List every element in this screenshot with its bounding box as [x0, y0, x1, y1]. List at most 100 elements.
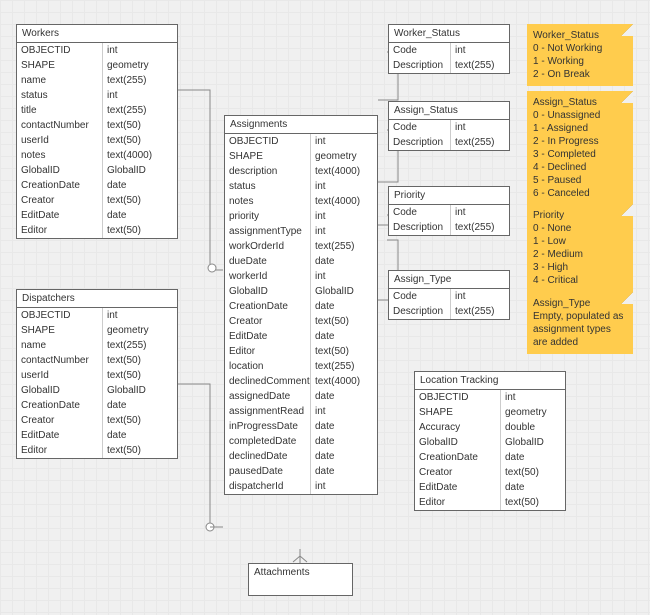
- column-name: userId: [17, 133, 103, 148]
- note-title: Assign_Status: [533, 96, 627, 109]
- column-type: date: [501, 480, 565, 495]
- column-name: Description: [389, 58, 451, 73]
- entity-rows: CodeintDescriptiontext(255): [389, 120, 509, 150]
- note-assign-status: Assign_Status 0 - Unassigned1 - Assigned…: [527, 91, 633, 205]
- column-type: date: [311, 254, 377, 269]
- table-row: Descriptiontext(255): [389, 304, 509, 319]
- column-name: assignmentRead: [225, 404, 311, 419]
- column-type: GlobalID: [103, 383, 177, 398]
- table-row: Editortext(50): [225, 344, 377, 359]
- column-type: int: [451, 43, 509, 58]
- column-name: Code: [389, 289, 451, 304]
- column-type: text(50): [501, 465, 565, 480]
- column-name: EditDate: [415, 480, 501, 495]
- column-type: int: [103, 308, 177, 323]
- table-row: GlobalIDGlobalID: [17, 383, 177, 398]
- column-type: int: [103, 43, 177, 58]
- column-type: int: [311, 404, 377, 419]
- table-row: OBJECTIDint: [17, 308, 177, 323]
- note-line: 2 - In Progress: [533, 135, 627, 148]
- table-row: Codeint: [389, 205, 509, 220]
- column-name: GlobalID: [17, 383, 103, 398]
- column-name: contactNumber: [17, 353, 103, 368]
- note-line: 0 - Unassigned: [533, 109, 627, 122]
- column-type: int: [451, 205, 509, 220]
- table-row: SHAPEgeometry: [17, 323, 177, 338]
- note-worker-status: Worker_Status 0 - Not Working1 - Working…: [527, 24, 633, 86]
- column-type: int: [311, 269, 377, 284]
- column-name: Description: [389, 220, 451, 235]
- entity-rows: CodeintDescriptiontext(255): [389, 289, 509, 319]
- column-name: OBJECTID: [17, 308, 103, 323]
- note-line: 4 - Critical: [533, 274, 627, 287]
- column-type: GlobalID: [103, 163, 177, 178]
- column-type: text(255): [451, 304, 509, 319]
- column-type: int: [451, 289, 509, 304]
- entity-title: Priority: [389, 187, 509, 205]
- column-type: int: [501, 390, 565, 405]
- column-name: GlobalID: [17, 163, 103, 178]
- table-row: OBJECTIDint: [17, 43, 177, 58]
- table-row: CreationDatedate: [225, 299, 377, 314]
- table-row: titletext(255): [17, 103, 177, 118]
- table-row: SHAPEgeometry: [17, 58, 177, 73]
- table-row: Codeint: [389, 43, 509, 58]
- table-row: declinedCommenttext(4000): [225, 374, 377, 389]
- column-type: geometry: [311, 149, 377, 164]
- column-type: int: [311, 134, 377, 149]
- column-name: OBJECTID: [17, 43, 103, 58]
- entity-attachments: Attachments: [248, 563, 353, 596]
- table-row: pausedDatedate: [225, 464, 377, 479]
- entity-title: Attachments: [249, 564, 352, 581]
- entity-title: Workers: [17, 25, 177, 43]
- note-line: 0 - None: [533, 222, 627, 235]
- column-type: date: [311, 434, 377, 449]
- column-name: Code: [389, 43, 451, 58]
- entity-rows: OBJECTIDintSHAPEgeometrynametext(255)con…: [17, 308, 177, 458]
- column-name: description: [225, 164, 311, 179]
- column-type: int: [311, 179, 377, 194]
- column-type: int: [311, 224, 377, 239]
- table-row: Descriptiontext(255): [389, 220, 509, 235]
- column-name: CreationDate: [17, 398, 103, 413]
- table-row: Editortext(50): [17, 223, 177, 238]
- entity-title: Assignments: [225, 116, 377, 134]
- table-row: Creatortext(50): [17, 193, 177, 208]
- entity-rows: CodeintDescriptiontext(255): [389, 205, 509, 235]
- table-row: Editortext(50): [415, 495, 565, 510]
- column-name: OBJECTID: [225, 134, 311, 149]
- entity-title: Assign_Type: [389, 271, 509, 289]
- note-line: 1 - Working: [533, 55, 627, 68]
- table-row: descriptiontext(4000): [225, 164, 377, 179]
- note-title: Assign_Type: [533, 297, 627, 310]
- column-name: Description: [389, 304, 451, 319]
- column-name: location: [225, 359, 311, 374]
- table-row: notestext(4000): [17, 148, 177, 163]
- column-type: geometry: [103, 323, 177, 338]
- entity-rows: OBJECTIDintSHAPEgeometrynametext(255)sta…: [17, 43, 177, 238]
- column-type: text(255): [103, 338, 177, 353]
- column-type: text(50): [103, 368, 177, 383]
- table-row: contactNumbertext(50): [17, 353, 177, 368]
- column-name: pausedDate: [225, 464, 311, 479]
- column-name: SHAPE: [17, 323, 103, 338]
- table-row: Accuracydouble: [415, 420, 565, 435]
- column-type: double: [501, 420, 565, 435]
- note-lines: 0 - Not Working1 - Working2 - On Break: [533, 42, 627, 81]
- column-name: contactNumber: [17, 118, 103, 133]
- note-assign-type: Assign_Type Empty, populated asassignmen…: [527, 292, 633, 354]
- note-line: 4 - Declined: [533, 161, 627, 174]
- column-type: text(255): [311, 239, 377, 254]
- column-type: text(255): [311, 359, 377, 374]
- entity-worker-status: Worker_Status CodeintDescriptiontext(255…: [388, 24, 510, 74]
- column-name: title: [17, 103, 103, 118]
- column-name: notes: [225, 194, 311, 209]
- entity-title: Assign_Status: [389, 102, 509, 120]
- note-lines: 0 - Unassigned1 - Assigned2 - In Progres…: [533, 109, 627, 200]
- column-name: CreationDate: [225, 299, 311, 314]
- table-row: Editortext(50): [17, 443, 177, 458]
- column-name: Editor: [17, 223, 103, 238]
- note-line: assignment types are added: [533, 323, 627, 349]
- column-type: text(50): [103, 353, 177, 368]
- table-row: priorityint: [225, 209, 377, 224]
